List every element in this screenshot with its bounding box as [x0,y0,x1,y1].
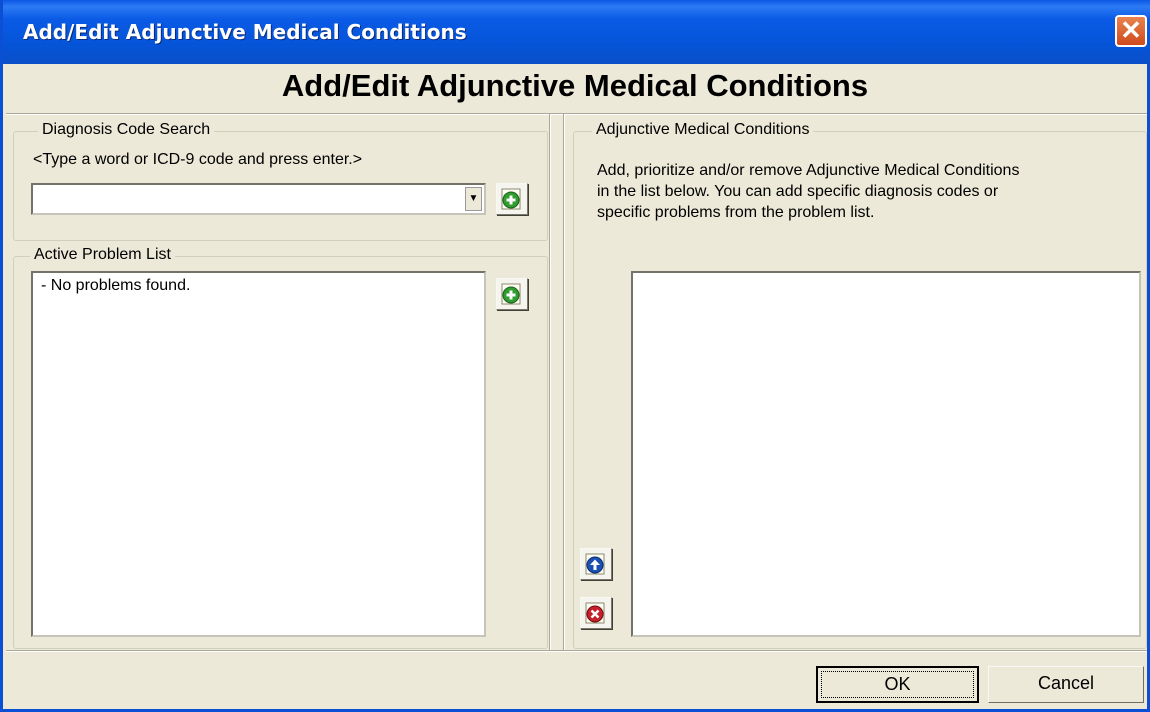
cancel-button-label: Cancel [1037,673,1095,693]
problem-listbox[interactable]: - No problems found. [31,271,486,637]
arrow-up-icon [585,553,605,575]
close-button[interactable]: ✕ [1115,15,1147,47]
right-panel-divider [563,114,565,650]
add-problem-button[interactable] [496,278,528,310]
dropdown-button[interactable]: ▼ [465,187,482,211]
dialog-window: Add/Edit Adjunctive Medical Conditions ✕… [0,0,1150,712]
title-bar[interactable]: Add/Edit Adjunctive Medical Conditions ✕ [3,0,1150,64]
description-line: Add, prioritize and/or remove Adjunctive… [597,162,1020,179]
add-diagnosis-button[interactable] [496,183,528,215]
left-panel-divider [549,114,551,650]
header-divider [6,113,1147,115]
list-item[interactable]: - No problems found. [41,277,190,295]
add-icon [501,283,521,305]
diagnosis-search-hint: <Type a word or ICD-9 code and press ent… [33,151,363,168]
diagnosis-search-input[interactable]: ▼ [31,183,486,215]
adjunctive-description: Add, prioritize and/or remove Adjunctive… [597,160,1142,223]
window-title: Add/Edit Adjunctive Medical Conditions [23,20,467,44]
move-up-button[interactable] [580,548,612,580]
ok-button[interactable]: OK [816,666,979,703]
remove-button[interactable] [580,597,612,629]
add-icon [501,188,521,210]
chevron-down-icon: ▼ [468,193,479,204]
remove-icon [585,602,605,624]
adjunctive-listbox[interactable] [631,271,1141,637]
close-icon: ✕ [1120,15,1142,45]
ok-button-label: OK [884,674,911,694]
problem-list-label: Active Problem List [30,246,175,264]
footer-divider [6,650,1147,652]
diagnosis-search-label: Diagnosis Code Search [38,121,215,139]
description-line: in the list below. You can add specific … [597,183,999,200]
cancel-button[interactable]: Cancel [988,666,1144,703]
adjunctive-label: Adjunctive Medical Conditions [592,121,814,139]
description-line: specific problems from the problem list. [597,204,875,221]
page-title: Add/Edit Adjunctive Medical Conditions [281,68,869,103]
